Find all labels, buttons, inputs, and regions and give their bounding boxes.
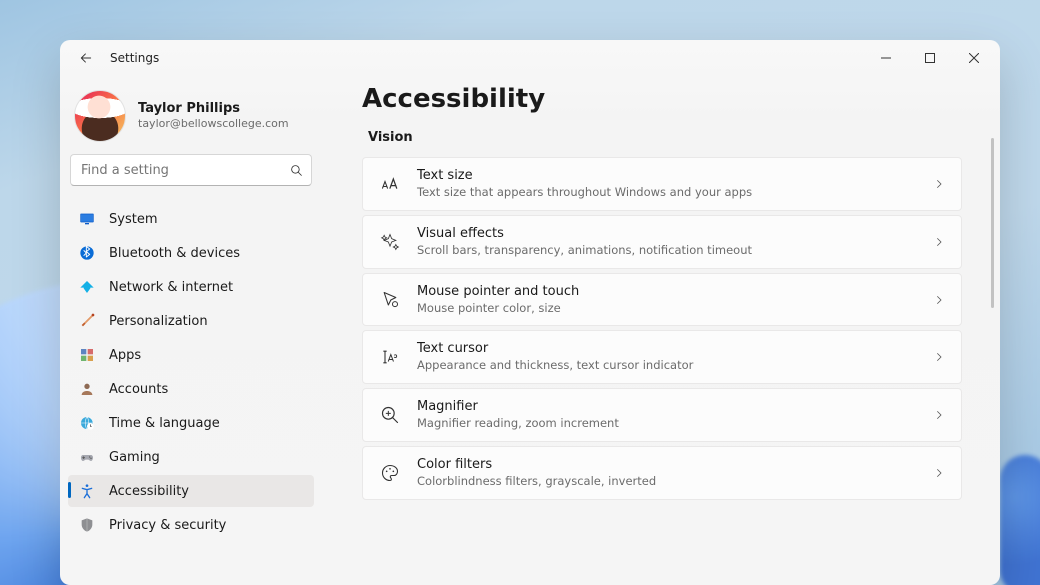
scrollbar-thumb[interactable]	[991, 138, 994, 308]
close-button[interactable]	[952, 42, 996, 74]
sidebar-item-bluetooth[interactable]: Bluetooth & devices	[68, 237, 314, 269]
user-name: Taylor Phillips	[138, 101, 289, 117]
sidebar-item-label: Privacy & security	[109, 518, 226, 533]
card-desc: Mouse pointer color, size	[417, 301, 917, 316]
chevron-right-icon	[933, 467, 945, 479]
search-input[interactable]	[70, 154, 312, 186]
sidebar-item-label: Gaming	[109, 450, 160, 465]
card-title: Text size	[417, 168, 917, 185]
sparkle-icon	[379, 231, 401, 253]
card-desc: Appearance and thickness, text cursor in…	[417, 358, 917, 373]
maximize-icon	[925, 53, 935, 63]
card-title: Text cursor	[417, 341, 917, 358]
card-text-size[interactable]: Text size Text size that appears through…	[362, 157, 962, 211]
wifi-icon	[78, 278, 96, 296]
chevron-right-icon	[933, 236, 945, 248]
sidebar-item-personalization[interactable]: Personalization	[68, 305, 314, 337]
search-icon	[289, 163, 303, 177]
monitor-icon	[78, 210, 96, 228]
sidebar-item-label: Time & language	[109, 416, 220, 431]
sidebar-item-system[interactable]: System	[68, 203, 314, 235]
titlebar: Settings	[60, 40, 1000, 76]
search-field[interactable]	[79, 162, 289, 179]
avatar	[74, 90, 126, 142]
card-title: Mouse pointer and touch	[417, 284, 917, 301]
section-title: Vision	[368, 130, 980, 145]
sidebar-item-privacy[interactable]: Privacy & security	[68, 509, 314, 541]
card-desc: Magnifier reading, zoom increment	[417, 416, 917, 431]
sidebar-item-apps[interactable]: Apps	[68, 339, 314, 371]
chevron-right-icon	[933, 178, 945, 190]
sidebar-item-label: Personalization	[109, 314, 208, 329]
text-cursor-icon	[379, 346, 401, 368]
sidebar-item-label: Network & internet	[109, 280, 233, 295]
card-mouse-pointer[interactable]: Mouse pointer and touch Mouse pointer co…	[362, 273, 962, 327]
sidebar: Taylor Phillips taylor@bellowscollege.co…	[60, 76, 322, 585]
card-title: Magnifier	[417, 399, 917, 416]
maximize-button[interactable]	[908, 42, 952, 74]
app-title: Settings	[110, 51, 159, 65]
bluetooth-icon	[78, 244, 96, 262]
chevron-right-icon	[933, 351, 945, 363]
card-desc: Text size that appears throughout Window…	[417, 185, 917, 200]
person-icon	[78, 380, 96, 398]
palette-icon	[379, 462, 401, 484]
card-text-cursor[interactable]: Text cursor Appearance and thickness, te…	[362, 330, 962, 384]
sidebar-item-label: Bluetooth & devices	[109, 246, 240, 261]
accessibility-icon	[78, 482, 96, 500]
paintbrush-icon	[78, 312, 96, 330]
nav: System Bluetooth & devices Network & int…	[68, 202, 314, 542]
cursor-icon	[379, 289, 401, 311]
sidebar-item-accounts[interactable]: Accounts	[68, 373, 314, 405]
apps-icon	[78, 346, 96, 364]
main-content: Accessibility Vision Text size Text size…	[322, 76, 1000, 585]
chevron-right-icon	[933, 409, 945, 421]
settings-window: Settings Taylor Phillips taylor@bellowsc…	[60, 40, 1000, 585]
page-title: Accessibility	[362, 84, 980, 114]
minimize-icon	[881, 53, 891, 63]
close-icon	[969, 53, 979, 63]
sidebar-item-gaming[interactable]: Gaming	[68, 441, 314, 473]
gamepad-icon	[78, 448, 96, 466]
card-visual-effects[interactable]: Visual effects Scroll bars, transparency…	[362, 215, 962, 269]
sidebar-item-time-language[interactable]: Time & language	[68, 407, 314, 439]
card-desc: Colorblindness filters, grayscale, inver…	[417, 474, 917, 489]
card-color-filters[interactable]: Color filters Colorblindness filters, gr…	[362, 446, 962, 500]
sidebar-item-label: Apps	[109, 348, 141, 363]
sidebar-item-network[interactable]: Network & internet	[68, 271, 314, 303]
shield-icon	[78, 516, 96, 534]
card-magnifier[interactable]: Magnifier Magnifier reading, zoom increm…	[362, 388, 962, 442]
card-desc: Scroll bars, transparency, animations, n…	[417, 243, 917, 258]
sidebar-item-label: Accounts	[109, 382, 168, 397]
user-email: taylor@bellowscollege.com	[138, 117, 289, 131]
arrow-left-icon	[79, 51, 93, 65]
minimize-button[interactable]	[864, 42, 908, 74]
text-size-icon	[379, 173, 401, 195]
card-title: Visual effects	[417, 226, 917, 243]
sidebar-item-label: Accessibility	[109, 484, 189, 499]
user-block[interactable]: Taylor Phillips taylor@bellowscollege.co…	[68, 84, 314, 154]
chevron-right-icon	[933, 294, 945, 306]
sidebar-item-accessibility[interactable]: Accessibility	[68, 475, 314, 507]
back-button[interactable]	[74, 46, 98, 70]
globe-clock-icon	[78, 414, 96, 432]
sidebar-item-label: System	[109, 212, 157, 227]
magnifier-icon	[379, 404, 401, 426]
card-title: Color filters	[417, 457, 917, 474]
settings-list: Text size Text size that appears through…	[362, 157, 980, 500]
